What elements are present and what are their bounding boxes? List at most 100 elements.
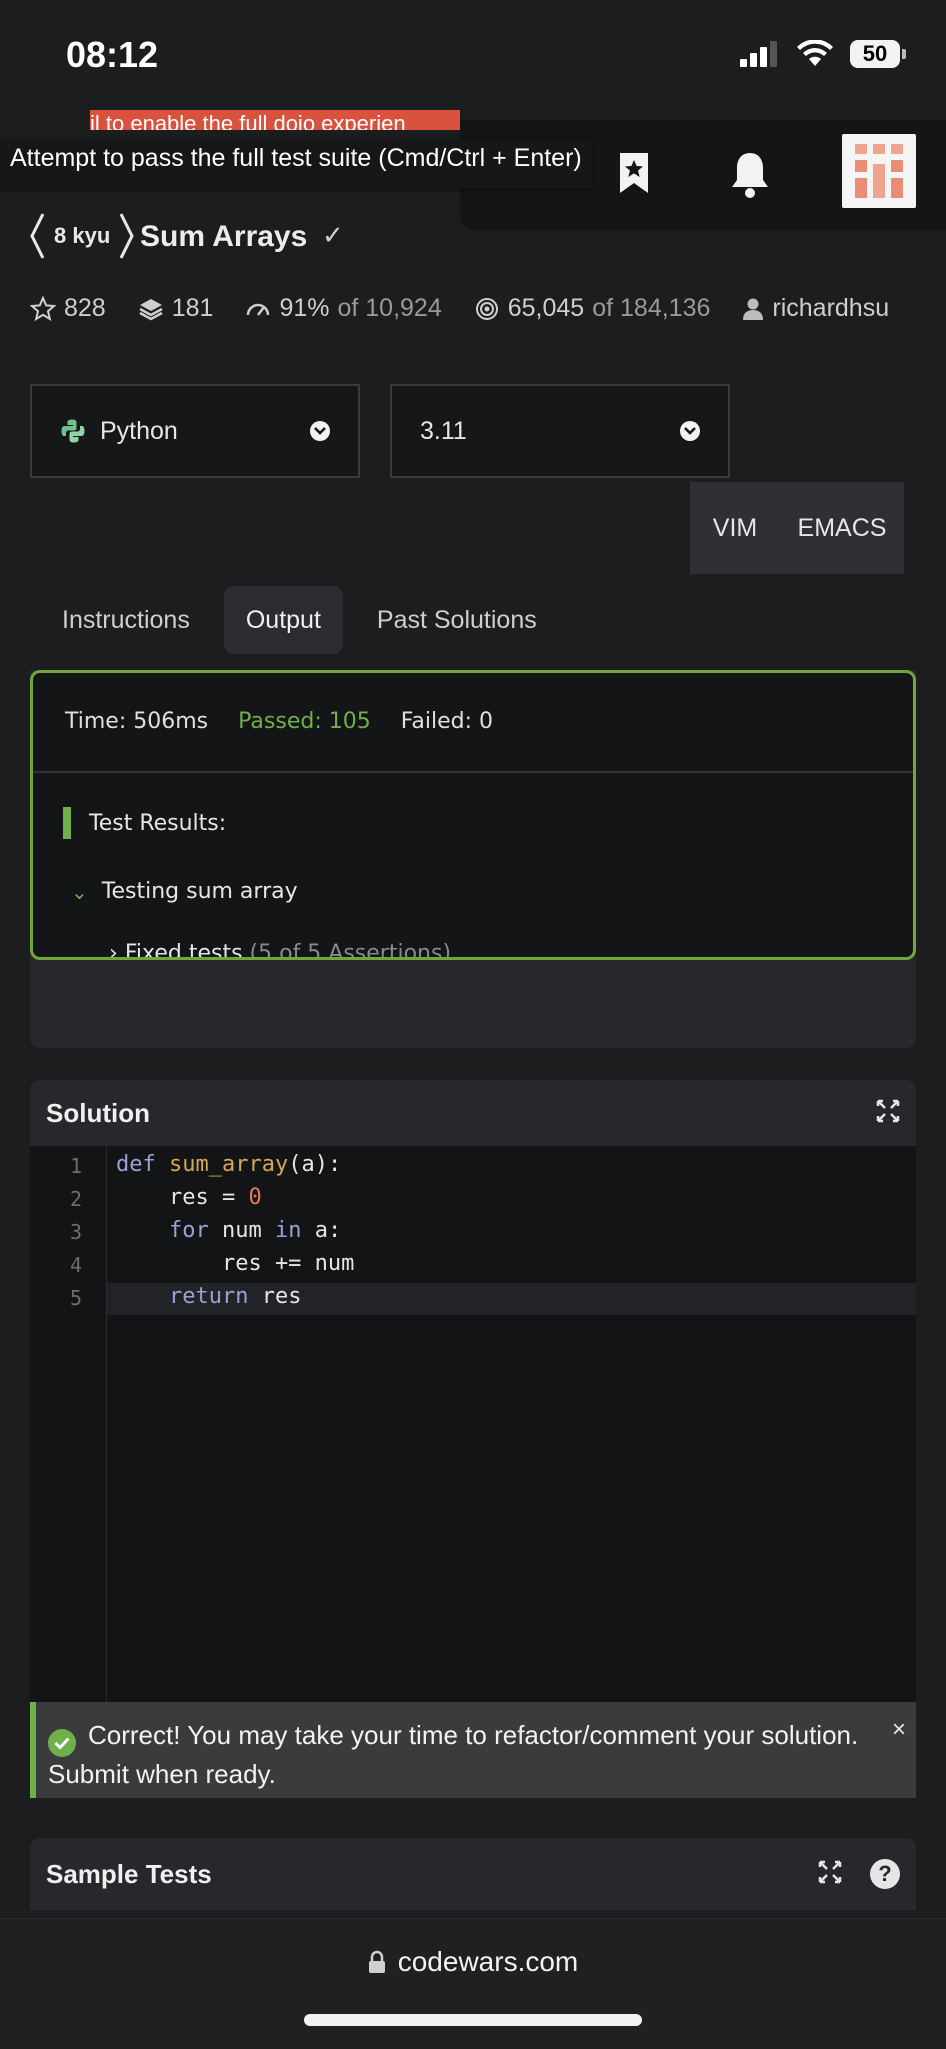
fixed-tests-label: Fixed tests	[124, 941, 243, 960]
help-icon[interactable]: ?	[870, 1859, 900, 1889]
tab-output[interactable]: Output	[223, 586, 343, 654]
layers-icon	[139, 298, 163, 320]
python-icon	[61, 419, 85, 443]
code-function-name: sum_array	[169, 1152, 289, 1177]
status-time: 08:12	[66, 34, 159, 75]
stars-count: 828	[64, 294, 106, 322]
code-editor[interactable]: 1 2 3 4 5 def sum_array(a): res = 0 for …	[30, 1146, 916, 1702]
success-toast: Correct! You may take your time to refac…	[30, 1702, 916, 1798]
code-line: res = 0	[116, 1185, 262, 1210]
code-line: def sum_array(a):	[116, 1152, 342, 1177]
bell-icon	[732, 153, 768, 198]
browser-toolbar	[0, 1918, 946, 2049]
star-icon	[30, 295, 56, 321]
kata-title[interactable]: Sum Arrays	[140, 220, 307, 254]
test-results-heading: Test Results:	[63, 807, 226, 839]
verification-banner[interactable]: il to enable the full dojo experien	[90, 110, 460, 130]
stars-stat[interactable]: 828	[30, 294, 106, 323]
author-stat[interactable]: richardhsu	[742, 294, 889, 323]
bookmark-button[interactable]	[614, 148, 654, 198]
chevron-down-icon	[310, 421, 330, 441]
emacs-mode-button[interactable]: EMACS	[780, 482, 904, 574]
user-icon	[743, 298, 764, 320]
lock-icon	[368, 1950, 385, 1973]
version-select[interactable]: 3.11	[390, 384, 730, 478]
success-check-icon	[48, 1729, 76, 1757]
author-name: richardhsu	[772, 294, 890, 322]
tab-instructions[interactable]: Instructions	[40, 586, 212, 654]
toast-close-button[interactable]: ×	[892, 1716, 906, 1744]
battery-indicator: 50	[850, 40, 900, 68]
run-time: Time: 506ms	[65, 709, 209, 734]
hexagon-right-icon	[120, 213, 134, 259]
output-divider	[33, 771, 913, 773]
attempt-tooltip: Attempt to pass the full test suite (Cmd…	[0, 140, 592, 188]
version-value: 3.11	[420, 416, 467, 445]
url-text: codewars.com	[397, 1946, 579, 1977]
kata-stats: 828 181 91% of 10,924 65,045 of 184,136 …	[30, 294, 930, 323]
avatar-identicon	[855, 144, 903, 198]
language-value: Python	[100, 416, 178, 445]
line-number: 1	[69, 1154, 82, 1178]
code-keyword: in	[274, 1218, 302, 1243]
collections-stat[interactable]: 181	[138, 294, 214, 323]
results-marker	[63, 807, 71, 839]
code-line: return res	[168, 1284, 302, 1309]
satisfaction-stat: 91% of 10,924	[245, 294, 442, 323]
attempted-count: of 184,136	[592, 294, 711, 322]
sample-tests-header: Sample Tests ?	[30, 1838, 916, 1910]
test-summary: Time: 506ms Passed: 105 Failed: 0	[65, 709, 493, 734]
address-bar[interactable]: codewars.com	[0, 1946, 946, 1978]
code-number: 0	[248, 1185, 262, 1210]
satisfaction-percent: 91%	[279, 294, 330, 322]
cellular-signal-icon	[740, 41, 777, 67]
chevron-down-icon	[680, 421, 700, 441]
line-number: 2	[69, 1187, 82, 1211]
language-select[interactable]: Python	[30, 384, 360, 478]
satisfaction-votes: of 10,924	[337, 294, 442, 322]
target-icon	[475, 297, 498, 320]
code-line: for num in a:	[168, 1218, 342, 1243]
code-keyword: for	[168, 1218, 209, 1243]
code-keyword: return	[168, 1284, 249, 1309]
fullscreen-expand-icon[interactable]	[818, 1860, 842, 1889]
toast-message: Correct! You may take your time to refac…	[48, 1720, 859, 1789]
gauge-icon	[247, 303, 270, 316]
solution-header: Solution	[30, 1080, 916, 1146]
notifications-button[interactable]	[728, 148, 772, 200]
tab-past-solutions[interactable]: Past Solutions	[355, 586, 559, 654]
wifi-icon	[797, 40, 833, 66]
passed-count: Passed: 105	[238, 709, 371, 734]
line-number: 4	[69, 1253, 82, 1277]
code-keyword: def	[116, 1152, 156, 1177]
completed-stat: 65,045 of 184,136	[474, 294, 711, 323]
fixed-tests-block[interactable]: › Fixed tests (5 of 5 Assertions)	[109, 941, 452, 960]
line-number: 5	[69, 1286, 82, 1310]
user-avatar[interactable]	[842, 134, 916, 208]
test-results-label: Test Results:	[89, 810, 227, 836]
line-number-gutter: 1 2 3 4 5	[30, 1146, 107, 1702]
hexagon-left-icon	[30, 213, 44, 259]
status-icons: 50	[740, 40, 906, 68]
completed-count: 65,045	[507, 294, 585, 322]
battery-tip	[902, 49, 906, 59]
vim-mode-button[interactable]: VIM	[690, 482, 780, 574]
describe-block[interactable]: ⌄ Testing sum array	[71, 879, 298, 904]
home-indicator[interactable]	[304, 2014, 642, 2026]
editor-mode-group: VIM EMACS	[690, 482, 904, 574]
line-number: 3	[69, 1220, 82, 1244]
bookmark-star-icon	[620, 153, 648, 193]
completed-check-icon: ✓	[322, 220, 344, 250]
kata-tabs: Instructions Output Past Solutions	[40, 586, 571, 654]
sample-tests-title: Sample Tests	[46, 1858, 212, 1889]
failed-count: Failed: 0	[400, 709, 493, 734]
code-line: res += num	[116, 1251, 355, 1276]
chevron-right-icon: ›	[109, 941, 118, 960]
collections-count: 181	[171, 294, 214, 322]
assertions-count: (5 of 5 Assertions)	[249, 941, 452, 960]
chevron-down-icon: ⌄	[71, 879, 88, 904]
fullscreen-expand-icon[interactable]	[876, 1099, 900, 1128]
solution-title: Solution	[46, 1097, 150, 1128]
test-output-box[interactable]: Time: 506ms Passed: 105 Failed: 0 Test R…	[30, 670, 916, 960]
rank-badge: 8 kyu	[30, 212, 134, 260]
